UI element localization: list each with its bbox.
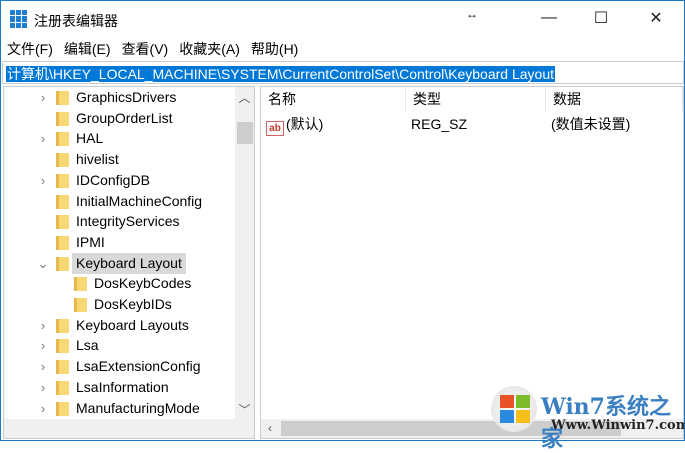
tree-item[interactable]: hivelist — [4, 149, 234, 170]
resize-icon: ↔ — [466, 7, 478, 21]
menu-view[interactable]: 查看(V) — [122, 39, 169, 59]
chevron-right-icon[interactable]: › — [37, 87, 49, 108]
folder-icon — [74, 298, 87, 312]
scroll-thumb[interactable] — [237, 122, 253, 144]
folder-icon — [74, 277, 87, 292]
tree-item-label: DosKeybCodes — [94, 275, 192, 292]
tree-item-label: DosKeybIDs — [94, 296, 172, 312]
tree-item[interactable]: › LsaExtensionConfig — [4, 356, 234, 377]
folder-icon — [56, 215, 69, 230]
tree-item-label: Keyboard Layouts — [76, 316, 189, 333]
folder-icon — [56, 318, 69, 333]
tree-item[interactable]: IPMI — [4, 232, 234, 253]
string-value-icon: ab — [266, 121, 284, 136]
chevron-right-icon[interactable]: › — [37, 128, 49, 149]
scroll-left-icon[interactable]: ‹ — [261, 421, 279, 435]
tree-item[interactable]: › ManufacturingMode — [4, 398, 234, 419]
tree-item-label: LsaInformation — [76, 378, 169, 395]
tree-item[interactable]: InitialMachineConfig — [4, 191, 234, 212]
value-name: (默认) — [286, 116, 324, 132]
folder-icon — [56, 111, 69, 126]
tree-vertical-scrollbar[interactable]: ︿ ﹀ — [235, 87, 254, 420]
menu-help[interactable]: 帮助(H) — [251, 39, 298, 59]
folder-icon — [56, 235, 69, 250]
folder-icon — [56, 132, 69, 147]
close-button[interactable]: ✕ — [633, 1, 679, 35]
maximize-button[interactable]: ☐ — [578, 1, 624, 35]
menu-file[interactable]: 文件(F) — [7, 39, 53, 59]
window-title: 注册表编辑器 — [34, 13, 118, 29]
windows-logo-icon — [491, 386, 537, 432]
tree-item-label: HAL — [76, 130, 104, 147]
folder-icon — [56, 91, 69, 105]
tree-item-label: hivelist — [76, 151, 119, 168]
chevron-right-icon[interactable]: › — [37, 170, 49, 191]
tree-horizontal-scrollbar[interactable] — [4, 419, 254, 438]
folder-icon — [56, 401, 69, 416]
tree-item[interactable]: DosKeybCodes — [4, 273, 234, 294]
chevron-right-icon[interactable]: › — [37, 398, 49, 419]
folder-icon — [56, 380, 69, 395]
tree-item-label: IDConfigDB — [76, 171, 150, 188]
tree-item[interactable]: ⌄ Keyboard Layout — [4, 252, 234, 274]
value-type: REG_SZ — [411, 116, 468, 132]
folder-icon — [56, 256, 69, 271]
menu-favorites[interactable]: 收藏夹(A) — [179, 39, 240, 59]
folder-icon — [56, 173, 69, 188]
tree-item[interactable]: › GraphicsDrivers — [4, 87, 234, 108]
registry-editor-icon — [10, 10, 28, 28]
tree-item-label: Lsa — [76, 337, 99, 354]
folder-icon — [56, 339, 69, 354]
tree-item[interactable]: › IDConfigDB — [4, 170, 234, 191]
chevron-right-icon[interactable]: › — [37, 315, 49, 336]
title-bar: 注册表编辑器 ↔ — ☐ ✕ — [1, 1, 684, 37]
tree-item-label: IntegrityServices — [76, 213, 180, 230]
watermark: Win7系统之家 Www.Winwin7.com — [491, 386, 685, 452]
menu-edit[interactable]: 编辑(E) — [64, 39, 111, 59]
scroll-up-icon[interactable]: ︿ — [235, 89, 254, 106]
scroll-down-icon[interactable]: ﹀ — [235, 401, 254, 418]
minimize-button[interactable]: — — [526, 1, 572, 35]
tree-item[interactable]: DosKeybIDs — [4, 294, 234, 315]
key-tree: ︿ ﹀ › GraphicsDrivers GroupOrderList › HAL hi… — [3, 86, 255, 439]
column-type[interactable]: 类型 — [406, 87, 546, 111]
chevron-right-icon[interactable]: › — [37, 377, 49, 398]
chevron-right-icon[interactable]: › — [37, 335, 49, 356]
tree-item[interactable]: › Lsa — [4, 335, 234, 356]
tree-item-label: ManufacturingMode — [76, 399, 200, 416]
tree-item[interactable]: GroupOrderList — [4, 108, 234, 129]
tree-item-label: IPMI — [76, 233, 105, 250]
folder-icon — [56, 153, 69, 168]
tree-item-label: InitialMachineConfig — [76, 192, 203, 209]
tree-item[interactable]: › Keyboard Layouts — [4, 315, 234, 336]
value-data: (数值未设置) — [551, 116, 631, 132]
column-name[interactable]: 名称 — [261, 87, 406, 111]
tree-item-label: GraphicsDrivers — [76, 89, 177, 105]
menu-bar: 文件(F) 编辑(E) 查看(V) 收藏夹(A) 帮助(H) — [1, 37, 309, 61]
address-text[interactable]: 计算机\HKEY_LOCAL_MACHINE\SYSTEM\CurrentCon… — [6, 66, 555, 82]
chevron-right-icon[interactable]: › — [37, 356, 49, 377]
tree-item-label: Keyboard Layout — [72, 252, 186, 274]
tree-item[interactable]: › LsaInformation — [4, 377, 234, 398]
folder-icon — [56, 194, 69, 209]
folder-icon — [56, 360, 69, 375]
column-data[interactable]: 数据 — [546, 87, 683, 111]
watermark-url: Www.Winwin7.com — [551, 418, 685, 433]
tree-item-label: LsaExtensionConfig — [76, 358, 201, 375]
address-bar[interactable]: 计算机\HKEY_LOCAL_MACHINE\SYSTEM\CurrentCon… — [2, 61, 684, 84]
tree-item[interactable]: IntegrityServices — [4, 211, 234, 232]
tree-item-label: GroupOrderList — [76, 109, 173, 126]
tree-item[interactable]: › HAL — [4, 128, 234, 149]
chevron-down-icon[interactable]: ⌄ — [37, 253, 49, 274]
